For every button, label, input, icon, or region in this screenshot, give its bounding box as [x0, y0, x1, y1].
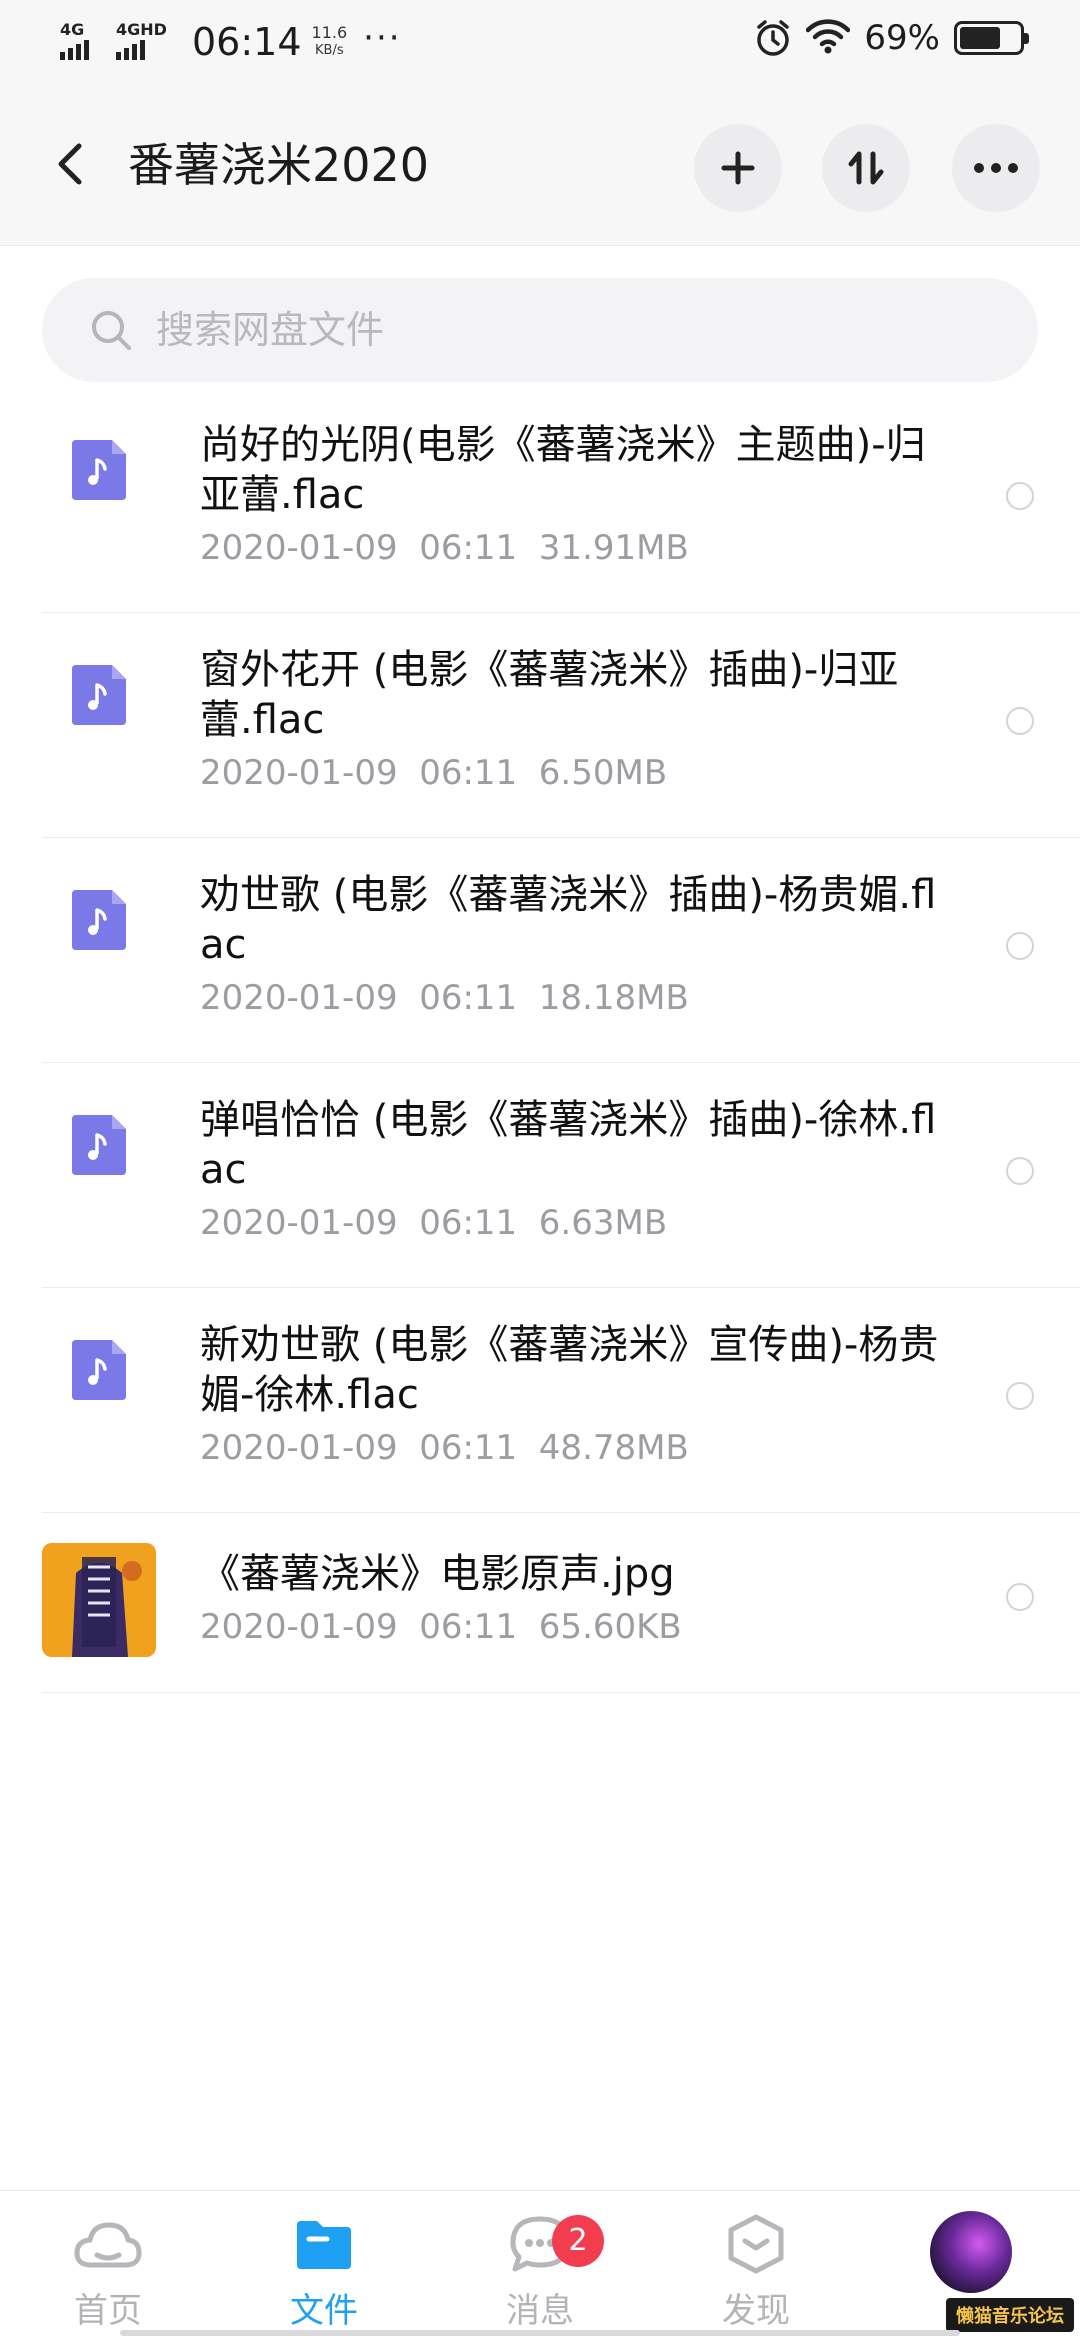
home-indicator[interactable]	[120, 2330, 960, 2336]
network-speed-value: 11.6	[311, 23, 348, 42]
chevron-left-icon	[58, 143, 82, 185]
sort-icon	[848, 151, 884, 185]
file-meta: 2020-01-09 06:11 6.63MB	[200, 1203, 668, 1243]
file-row[interactable]: 尚好的光阴(电影《蕃薯浇米》主题曲)-归亚蕾.flac 2020-01-09 0…	[0, 388, 1080, 613]
select-radio[interactable]	[1006, 482, 1034, 510]
file-row[interactable]: 《蕃薯浇米》电影原声.jpg 2020-01-09 06:11 65.60KB	[0, 1513, 1080, 1693]
nav-discover[interactable]: 发现	[686, 2211, 826, 2340]
select-radio[interactable]	[1006, 1583, 1034, 1611]
file-row[interactable]: 弹唱恰恰 (电影《蕃薯浇米》插曲)-徐林.flac 2020-01-09 06:…	[0, 1063, 1080, 1288]
network-speed: 11.6 KB/s	[312, 24, 348, 60]
nav-home-label: 首页	[74, 2291, 142, 2331]
audio-file-icon	[72, 440, 126, 500]
signal-2-icon: 4GHD	[114, 16, 174, 60]
file-row[interactable]: 窗外花开 (电影《蕃薯浇米》插曲)-归亚蕾.flac 2020-01-09 06…	[0, 613, 1080, 838]
file-name: 窗外花开 (电影《蕃薯浇米》插曲)-归亚蕾.flac	[200, 647, 899, 743]
search-bar[interactable]	[42, 278, 1038, 382]
app-header: 番薯浇米2020	[0, 84, 1080, 246]
search-icon	[86, 305, 136, 355]
file-name: 尚好的光阴(电影《蕃薯浇米》主题曲)-归亚蕾.flac	[200, 422, 926, 518]
file-name: 弹唱恰恰 (电影《蕃薯浇米》插曲)-徐林.flac	[200, 1097, 937, 1193]
nav-home[interactable]: 首页	[38, 2211, 178, 2340]
file-name: 新劝世歌 (电影《蕃薯浇米》宣传曲)-杨贵媚-徐林.flac	[200, 1322, 939, 1418]
file-list: 尚好的光阴(电影《蕃薯浇米》主题曲)-归亚蕾.flac 2020-01-09 0…	[0, 388, 1080, 1693]
network-speed-unit: KB/s	[315, 43, 344, 58]
audio-file-icon	[72, 890, 126, 950]
battery-percent: 69%	[864, 18, 940, 58]
clock: 06:14	[192, 20, 302, 64]
profile-avatar[interactable]	[930, 2211, 1012, 2293]
discover-icon	[728, 2214, 784, 2274]
back-button[interactable]	[48, 134, 92, 194]
select-radio[interactable]	[1006, 707, 1034, 735]
page-title: 番薯浇米2020	[128, 138, 430, 192]
alarm-icon	[754, 18, 792, 58]
nav-messages[interactable]: 消息 2	[470, 2211, 610, 2340]
more-dots-icon	[974, 163, 1018, 173]
bottom-nav: 首页 文件 消息 2 发现 懒猫音乐论坛	[0, 2190, 1080, 2340]
nav-discover-label: 发现	[722, 2291, 790, 2331]
more-button[interactable]	[952, 124, 1040, 212]
nav-files[interactable]: 文件	[254, 2211, 394, 2340]
audio-file-icon	[72, 1115, 126, 1175]
file-name: 劝世歌 (电影《蕃薯浇米》插曲)-杨贵媚.flac	[200, 872, 937, 968]
battery-icon	[954, 21, 1029, 55]
add-button[interactable]	[694, 124, 782, 212]
audio-file-icon	[72, 1340, 126, 1400]
file-meta: 2020-01-09 06:11 18.18MB	[200, 978, 689, 1018]
folder-icon	[297, 2221, 351, 2269]
cloud-icon	[74, 2222, 142, 2268]
signal-1-label: 4G	[60, 20, 85, 39]
select-radio[interactable]	[1006, 1157, 1034, 1185]
nav-files-label: 文件	[290, 2291, 358, 2331]
signal-1-icon: 4G	[58, 16, 108, 60]
file-row[interactable]: 新劝世歌 (电影《蕃薯浇米》宣传曲)-杨贵媚-徐林.flac 2020-01-0…	[0, 1288, 1080, 1513]
file-meta: 2020-01-09 06:11 31.91MB	[200, 528, 689, 568]
nav-messages-label: 消息	[506, 2291, 574, 2331]
search-input[interactable]	[156, 308, 956, 352]
select-radio[interactable]	[1006, 1382, 1034, 1410]
file-meta: 2020-01-09 06:11 6.50MB	[200, 753, 668, 793]
sort-button[interactable]	[822, 124, 910, 212]
image-thumbnail	[42, 1543, 156, 1657]
file-name: 《蕃薯浇米》电影原声.jpg	[200, 1551, 675, 1597]
select-radio[interactable]	[1006, 932, 1034, 960]
wifi-icon	[806, 18, 851, 58]
signal-2-label: 4GHD	[116, 20, 167, 39]
watermark: 懒猫音乐论坛	[946, 2298, 1074, 2332]
plus-icon	[721, 151, 755, 185]
file-meta: 2020-01-09 06:11 48.78MB	[200, 1428, 689, 1468]
file-meta: 2020-01-09 06:11 65.60KB	[200, 1607, 682, 1647]
file-row[interactable]: 劝世歌 (电影《蕃薯浇米》插曲)-杨贵媚.flac 2020-01-09 06:…	[0, 838, 1080, 1063]
more-notifications-icon: ···	[363, 18, 402, 58]
audio-file-icon	[72, 665, 126, 725]
unread-badge: 2	[552, 2215, 604, 2267]
status-bar: 4G 4GHD 06:14 11.6 KB/s ··· 69%	[0, 0, 1080, 84]
